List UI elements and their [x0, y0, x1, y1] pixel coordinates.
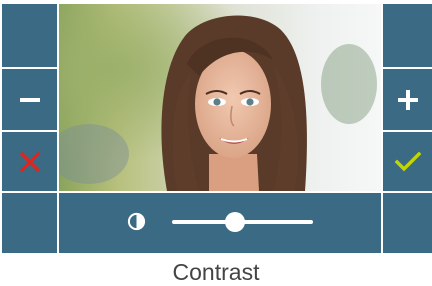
contrast-slider-thumb[interactable] [225, 212, 246, 232]
left-blank-key-bottom[interactable] [2, 193, 57, 253]
left-blank-key-top[interactable] [2, 4, 57, 67]
confirm-button[interactable] [383, 132, 432, 191]
decrease-button[interactable] [2, 69, 57, 130]
contrast-icon [127, 212, 146, 231]
screen-caption: Contrast [172, 259, 260, 285]
camera-video-feed [59, 4, 381, 191]
contrast-slider-panel [59, 193, 381, 253]
visitor-face-image [59, 4, 381, 191]
right-blank-key-top[interactable] [383, 4, 432, 67]
right-blank-key-bottom[interactable] [383, 193, 432, 253]
plus-icon [383, 69, 432, 130]
increase-button[interactable] [383, 69, 432, 130]
minus-icon [2, 69, 57, 130]
close-icon [2, 132, 57, 191]
checkmark-icon [383, 132, 432, 191]
cancel-button[interactable] [2, 132, 57, 191]
